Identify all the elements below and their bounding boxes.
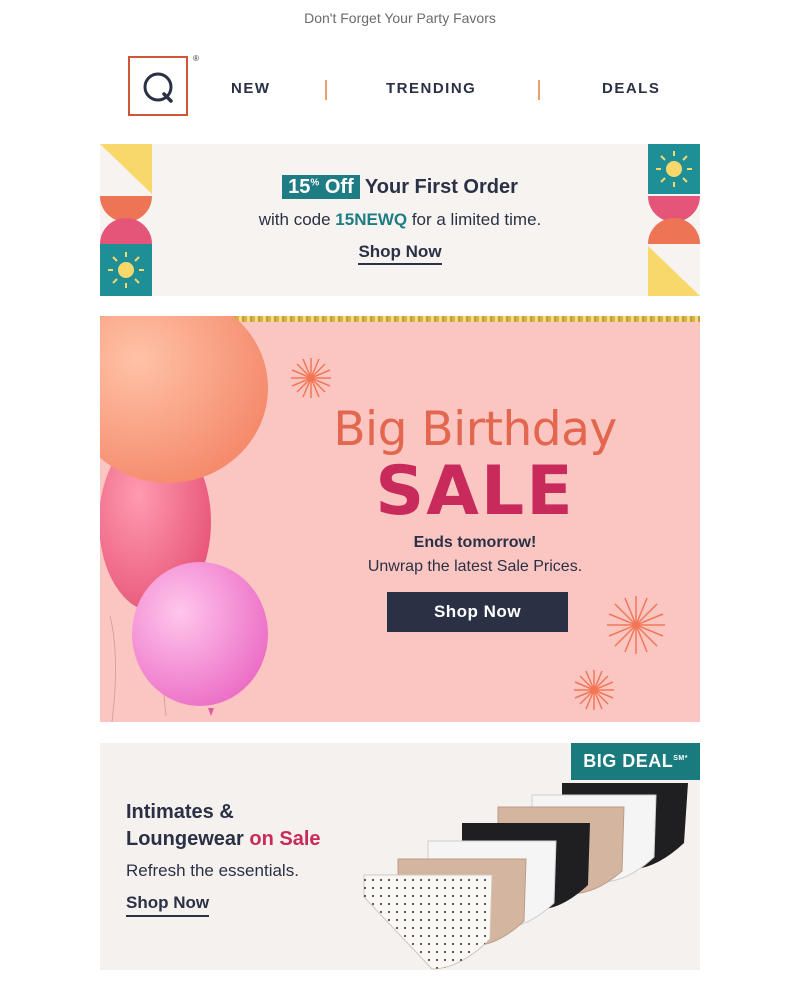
intimates-deal-section[interactable]: BIG DEALSM* Intimates & Loungewear on Sa…	[100, 743, 700, 970]
discount-value: 15	[288, 176, 311, 198]
hero-subtitle: Unwrap the latest Sale Prices.	[367, 558, 583, 575]
promo-code-suffix: for a limited time.	[407, 210, 542, 229]
promo-code-prefix: with code	[258, 210, 336, 229]
first-order-promo-banner: 15% Off Your First Order with code 15NEW…	[100, 144, 700, 296]
hero-sale-title: SALE	[375, 452, 575, 531]
hero-shop-now-button[interactable]: Shop Now	[387, 592, 568, 632]
hero-title: Big Birthday	[333, 402, 617, 457]
underwear-product-image	[363, 783, 688, 970]
starburst-icon	[574, 670, 614, 710]
qvc-logo[interactable]	[128, 56, 188, 116]
discount-badge: 15% Off	[282, 175, 360, 199]
starburst-icon	[607, 596, 665, 654]
balloons-icon	[100, 316, 268, 722]
promo-headline: 15% Off Your First Order	[100, 175, 700, 199]
promo-code-line: with code 15NEWQ for a limited time.	[100, 210, 700, 230]
nav-trending[interactable]: TRENDING	[386, 80, 476, 97]
nav-divider	[538, 80, 540, 100]
deal-heading-line1: Intimates &	[126, 801, 234, 823]
hero-ends-text: Ends tomorrow!	[413, 534, 537, 551]
nav-divider	[325, 80, 327, 100]
nav-deals[interactable]: DEALS	[602, 80, 660, 97]
logo-q-icon	[143, 72, 173, 103]
promo-code: 15NEWQ	[335, 210, 408, 229]
deal-heading: Intimates & Loungewear on Sale	[126, 799, 321, 853]
nav-new[interactable]: NEW	[231, 80, 271, 97]
promo-shop-now-wrapper: Shop Now	[100, 242, 700, 265]
promo-shop-now-link[interactable]: Shop Now	[358, 242, 442, 265]
deal-shop-now-link[interactable]: Shop Now	[126, 893, 210, 917]
deal-heading-accent: on Sale	[249, 828, 321, 850]
big-deal-label: BIG DEAL	[583, 751, 674, 771]
deal-subtitle: Refresh the essentials.	[126, 861, 299, 880]
big-deal-service-mark: SM*	[673, 755, 688, 762]
deal-heading-line2: Loungewear	[126, 828, 244, 850]
big-deal-badge: BIG DEALSM*	[571, 743, 700, 780]
discount-off-label: Off	[324, 176, 354, 198]
registered-mark: ®	[193, 54, 199, 63]
starburst-icon	[291, 358, 331, 398]
promo-headline-rest: Your First Order	[359, 176, 518, 198]
preheader-text: Don't Forget Your Party Favors	[304, 10, 496, 26]
discount-percent-sign: %	[310, 177, 320, 189]
birthday-sale-hero[interactable]: Big Birthday SALE Ends tomorrow! Unwrap …	[100, 316, 700, 722]
